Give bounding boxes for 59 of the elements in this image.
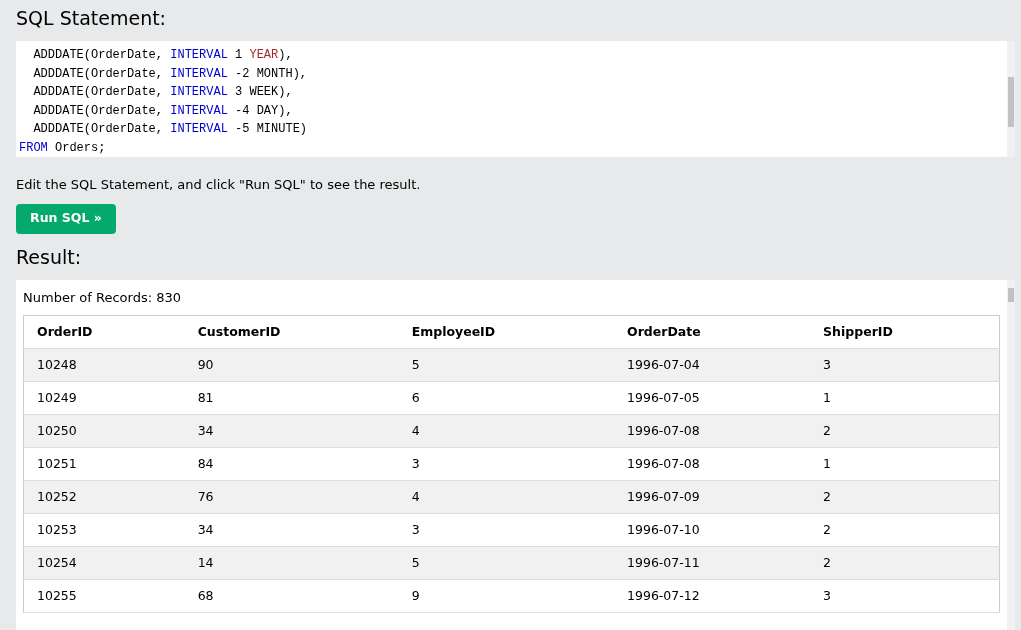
code-line: ADDDATE(OrderDate, INTERVAL 1 YEAR), bbox=[32, 47, 293, 64]
scrollbar[interactable] bbox=[1007, 41, 1015, 157]
table-cell: 1 bbox=[810, 447, 1000, 481]
table-cell: 2 bbox=[810, 546, 1000, 580]
table-cell: 1996-07-10 bbox=[614, 513, 811, 547]
table-cell: 6 bbox=[398, 381, 615, 415]
table-cell: 10252 bbox=[23, 480, 185, 514]
table-cell: 3 bbox=[398, 513, 615, 547]
table-cell: 1996-07-12 bbox=[614, 579, 811, 613]
code-editor[interactable] bbox=[16, 41, 1015, 157]
table-cell: 90 bbox=[184, 348, 399, 382]
table-cell: 9 bbox=[398, 579, 615, 613]
code-line: ADDDATE(OrderDate, INTERVAL 3 WEEK), bbox=[32, 84, 293, 102]
table-cell: 34 bbox=[184, 414, 399, 448]
scrollbar[interactable] bbox=[1007, 279, 1015, 630]
table-cell: 10250 bbox=[23, 414, 185, 448]
table-cell: 1996-07-09 bbox=[614, 480, 811, 514]
table-cell: 1996-07-05 bbox=[614, 381, 811, 415]
run-sql-button[interactable]: Run SQL » bbox=[16, 203, 116, 234]
table-cell: 10253 bbox=[23, 513, 185, 547]
table-cell: 10254 bbox=[23, 546, 185, 580]
table-cell: 84 bbox=[184, 447, 399, 481]
table-cell: 10249 bbox=[23, 381, 185, 415]
table-cell: 68 bbox=[184, 579, 399, 613]
code-line: ADDDATE(OrderDate, INTERVAL -4 DAY), bbox=[32, 102, 293, 120]
table-cell: 1 bbox=[810, 381, 1000, 415]
table-cell: 81 bbox=[184, 381, 399, 415]
table-cell: 1996-07-04 bbox=[614, 348, 811, 382]
column-header: CustomerID bbox=[184, 315, 399, 349]
code-line: FROM Orders; bbox=[19, 139, 106, 157]
column-header: OrderID bbox=[23, 315, 185, 349]
table-cell: 76 bbox=[184, 480, 399, 514]
table-cell: 10248 bbox=[23, 348, 185, 382]
table-cell: 2 bbox=[810, 414, 1000, 448]
table-cell: 3 bbox=[810, 348, 1000, 382]
code-line: ADDDATE(OrderDate, INTERVAL -2 MONTH), bbox=[32, 65, 308, 83]
table-cell: 10251 bbox=[23, 447, 185, 481]
table-cell: 4 bbox=[398, 414, 615, 448]
section-heading: Result: bbox=[16, 247, 83, 267]
table-cell: 14 bbox=[184, 546, 399, 580]
table-cell: 34 bbox=[184, 513, 399, 547]
table-cell: 5 bbox=[398, 546, 615, 580]
table-cell: 10255 bbox=[23, 579, 185, 613]
column-header: ShipperID bbox=[810, 315, 1000, 349]
table-cell: 5 bbox=[398, 348, 615, 382]
table-cell: 1996-07-11 bbox=[614, 546, 811, 580]
table-cell: 1996-07-08 bbox=[614, 414, 811, 448]
column-header: OrderDate bbox=[614, 315, 811, 349]
table-cell: 2 bbox=[810, 480, 1000, 514]
table-cell: 1996-07-08 bbox=[614, 447, 811, 481]
code-line: ADDDATE(OrderDate, INTERVAL -5 MINUTE) bbox=[32, 121, 308, 139]
table-cell: 2 bbox=[810, 513, 1000, 547]
section-heading: SQL Statement: bbox=[16, 9, 168, 28]
table-cell: 4 bbox=[398, 480, 615, 514]
instruction-text: Edit the SQL Statement, and click "Run SQL" to see the result. bbox=[16, 176, 422, 194]
table-cell: 3 bbox=[398, 447, 615, 481]
table-cell: 3 bbox=[810, 579, 1000, 613]
column-header: EmployeeID bbox=[398, 315, 615, 349]
record-count: Number of Records: 830 bbox=[23, 288, 183, 307]
